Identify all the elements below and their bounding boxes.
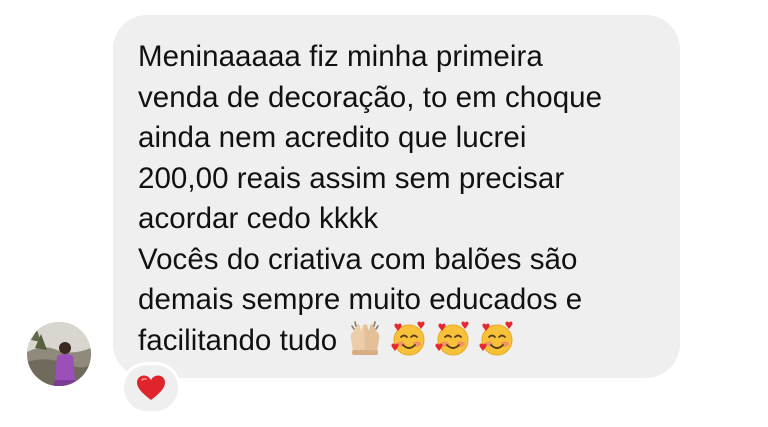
emoji-row [347,320,515,357]
message-line: Vocês do criativa com balões são [138,242,578,276]
message-line: acordar cedo kkkk [138,202,379,235]
smiling-face-with-hearts-icon [435,321,471,357]
smiling-face-with-hearts-icon [391,321,427,357]
red-heart-icon [137,375,165,400]
raising-hands-icon [347,320,383,357]
avatar[interactable] [27,322,91,386]
message-line: venda de decoração, to em choque [138,80,603,114]
avatar-photo [27,322,91,386]
message-line: Meninaaaaa fiz minha primeira [138,40,543,73]
message-line: ainda nem acredito que lucrei [138,121,527,154]
reaction-badge[interactable] [121,362,181,414]
message-line: 200,00 reais assim sem precisar [138,161,565,195]
message-line: facilitando tudo [138,323,338,357]
smiling-face-with-hearts-icon [479,321,515,357]
message-last-line: facilitando tudo [138,320,656,362]
message-bubble[interactable]: Meninaaaaa fiz minha primeira venda de d… [113,15,680,378]
message-line: demais sempre muito educados e [138,283,583,316]
chat-thread: Meninaaaaa fiz minha primeira venda de d… [0,0,768,427]
